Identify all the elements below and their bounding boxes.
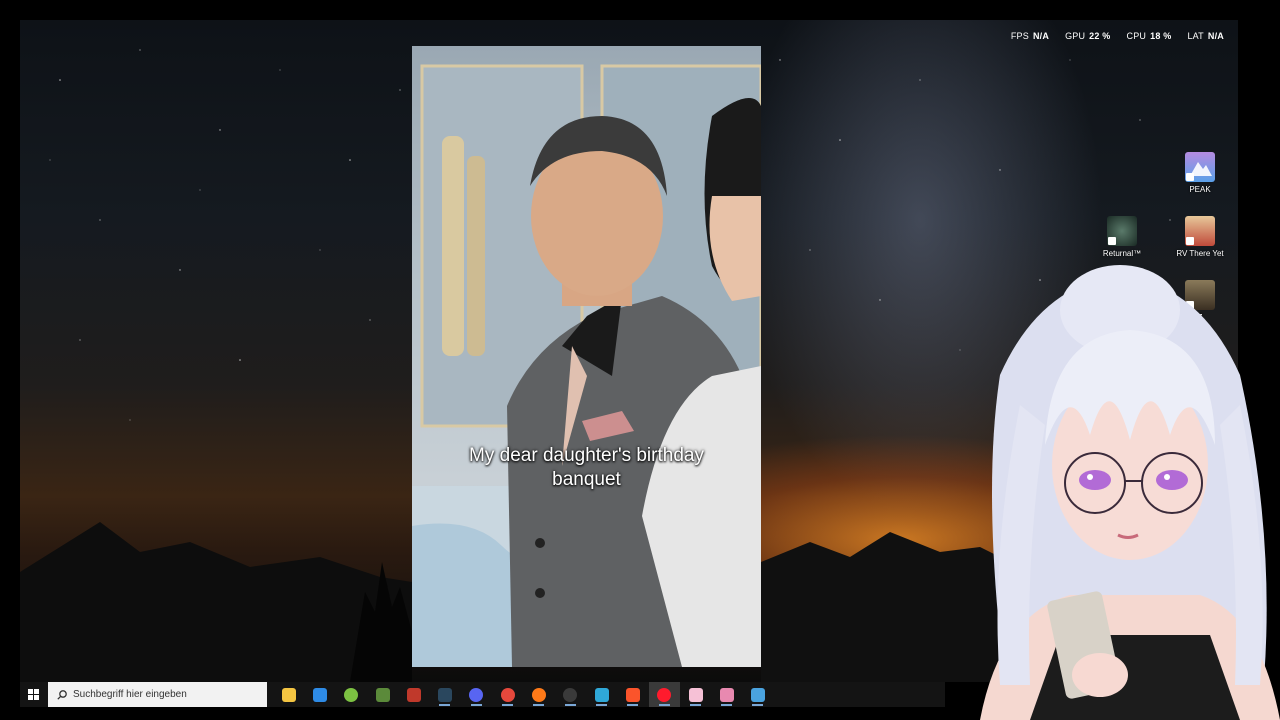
taskbar-steam-button[interactable] <box>429 682 460 707</box>
subtitle-line-1: My dear daughter's birthday <box>469 445 704 466</box>
discord-icon <box>469 687 484 702</box>
video-frame <box>412 64 761 667</box>
subtitle-line-2: banquet <box>552 469 621 490</box>
taskbar-search-box[interactable]: Suchbegriff hier eingeben <box>48 682 267 707</box>
taskbar-discord-button[interactable] <box>461 682 492 707</box>
microsoft-store-icon <box>312 687 327 702</box>
desktop-icon-returnal[interactable]: Returnal™ <box>1092 216 1152 258</box>
taskbar-obs-studio-button[interactable] <box>555 682 586 707</box>
pen-app-icon <box>719 687 734 702</box>
taskbar-sync-app-button[interactable] <box>586 682 617 707</box>
perf-gpu: GPU 22 % <box>1065 31 1111 41</box>
video-player[interactable]: My dear daughter's birthday banquet <box>412 46 761 667</box>
taskbar-steam-2-button[interactable] <box>742 682 773 707</box>
taskbar-microsoft-store-button[interactable] <box>304 682 335 707</box>
minecraft-icon <box>375 687 390 702</box>
desktop-icon-peak[interactable]: PEAK <box>1170 152 1230 194</box>
search-icon <box>57 689 67 700</box>
taskbar-app-icons <box>273 682 774 707</box>
taskbar-file-explorer-button[interactable] <box>273 682 304 707</box>
taskbar-opera-button[interactable] <box>648 682 680 707</box>
desktop-icon-rv-there-yet[interactable]: RV There Yet <box>1170 216 1230 258</box>
taskbar-android-app-button[interactable] <box>336 682 367 707</box>
perf-lat: LAT N/A <box>1187 31 1224 41</box>
peak-icon <box>1185 152 1215 182</box>
image-search-app-icon <box>406 687 421 702</box>
search-placeholder: Suchbegriff hier eingeben <box>73 689 187 700</box>
rv-there-yet-icon <box>1185 216 1215 246</box>
sync-app-icon <box>594 687 609 702</box>
taskbar: Suchbegriff hier eingeben <box>20 682 945 707</box>
vtuber-avatar <box>980 265 1280 720</box>
obs-studio-icon <box>563 687 578 702</box>
taskbar-chrome-button[interactable] <box>492 682 523 707</box>
file-explorer-icon <box>281 687 296 702</box>
perf-cpu: CPU 18 % <box>1126 31 1172 41</box>
chrome-icon <box>500 687 515 702</box>
taskbar-pink-app-button[interactable] <box>680 682 711 707</box>
opera-icon <box>657 687 672 702</box>
firefox-icon <box>532 687 547 702</box>
taskbar-firefox-button[interactable] <box>523 682 554 707</box>
steam-icon <box>438 687 453 702</box>
android-app-icon <box>344 687 359 702</box>
taskbar-minecraft-button[interactable] <box>367 682 398 707</box>
start-button[interactable] <box>22 682 44 707</box>
taskbar-pen-app-button[interactable] <box>711 682 742 707</box>
returnal-icon <box>1107 216 1137 246</box>
pink-app-icon <box>688 687 703 702</box>
performance-overlay: FPS N/A GPU 22 % CPU 18 % LAT N/A <box>1011 31 1224 41</box>
desktop-icon-label: PEAK <box>1189 185 1211 194</box>
taskbar-image-search-app-button[interactable] <box>398 682 429 707</box>
brave-icon <box>625 687 640 702</box>
perf-fps: FPS N/A <box>1010 31 1050 41</box>
video-subtitle: My dear daughter's birthday banquet <box>412 444 761 492</box>
taskbar-brave-button[interactable] <box>617 682 648 707</box>
windows-logo-icon <box>27 689 39 700</box>
steam-2-icon <box>751 687 766 702</box>
